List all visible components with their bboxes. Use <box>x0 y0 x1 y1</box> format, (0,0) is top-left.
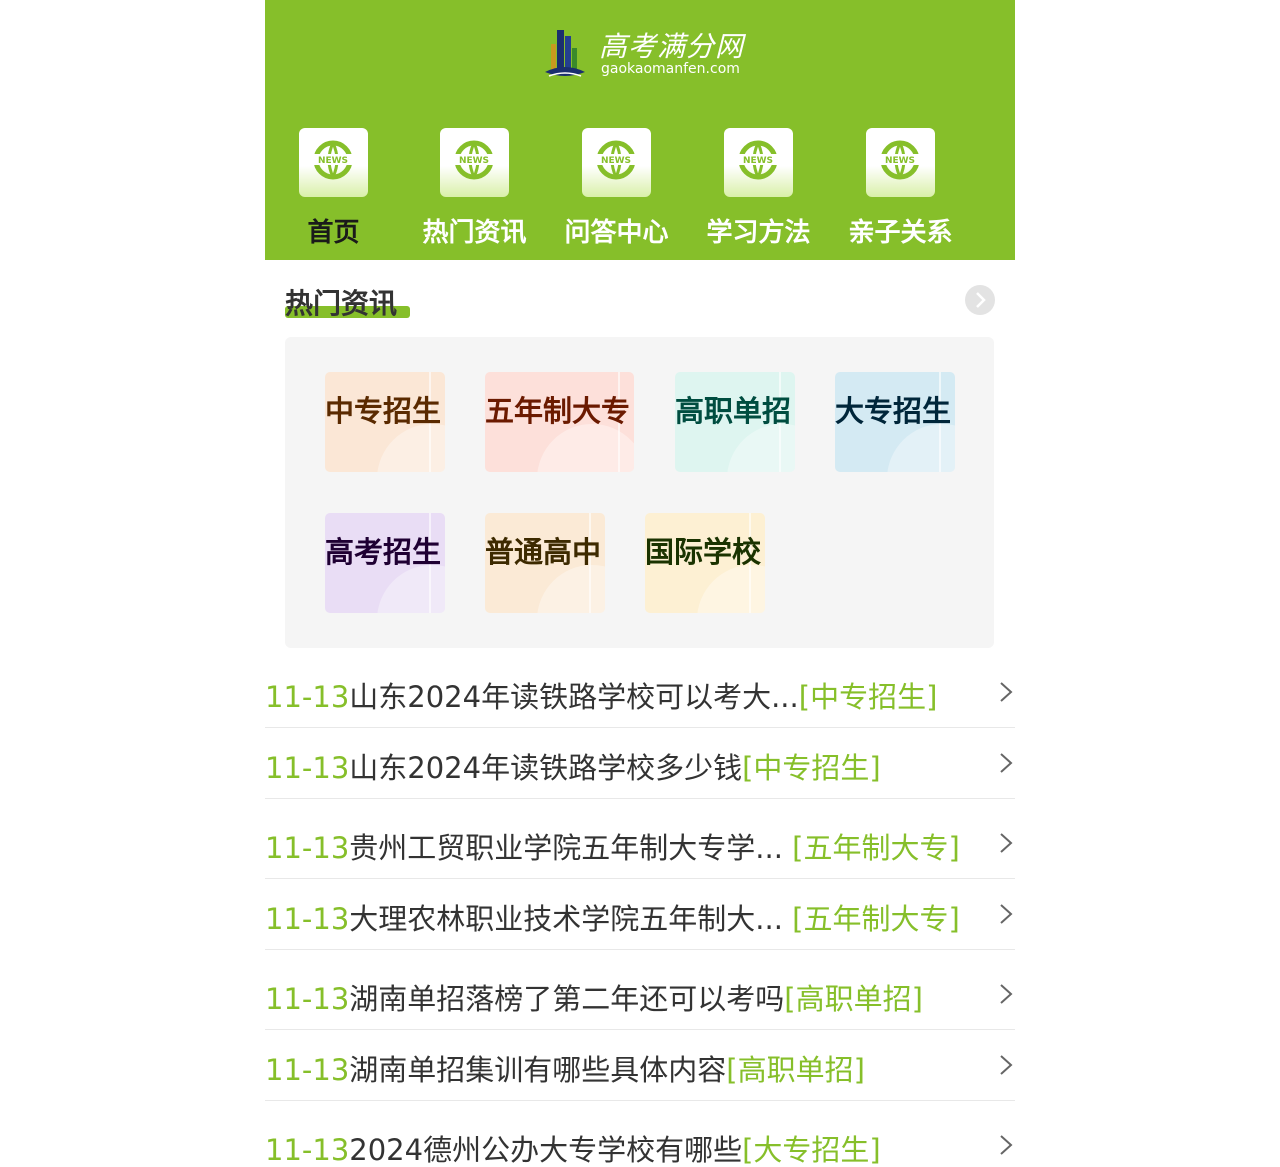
news-title[interactable]: 湖南单招集训有哪些具体内容 <box>349 1053 726 1087</box>
svg-text:NEWS: NEWS <box>459 156 489 166</box>
logo-domain: gaokaomanfen.com <box>601 61 740 77</box>
site-logo[interactable]: 高考满分网 gaokaomanfen.com <box>543 22 753 86</box>
svg-text:NEWS: NEWS <box>318 156 348 166</box>
logo-building-icon <box>545 30 585 77</box>
news-title[interactable]: 山东2024年读铁路学校多少钱 <box>349 751 742 785</box>
news-tag[interactable]: [大专招生] <box>742 1133 881 1167</box>
news-row[interactable]: 11-132024德州公办大专学校有哪些[大专招生] <box>265 1110 1015 1167</box>
news-row[interactable]: 11-13大理农林职业技术学院五年制大... [五年制大专] <box>265 879 1015 950</box>
category-label: 普通高中 <box>485 535 602 569</box>
news-date: 11-13 <box>265 751 350 785</box>
news-row[interactable]: 11-13山东2024年读铁路学校多少钱[中专招生] <box>265 728 1015 799</box>
svg-text:NEWS: NEWS <box>743 156 773 166</box>
news-title[interactable]: 山东2024年读铁路学校可以考大... <box>349 680 798 714</box>
chevron-right-icon <box>1000 984 1013 1004</box>
category-decoration <box>377 424 445 472</box>
category-putong[interactable]: 普通高中 <box>485 513 605 613</box>
news-globe-icon: NEWS <box>440 128 509 197</box>
news-tag[interactable]: [高职单招] <box>784 982 923 1016</box>
nav-label-hot-news: 热门资讯 <box>422 218 527 248</box>
main-nav: NEWS 首页 NEWS 热门资讯 NEWS 问答中心 NEWS 学习方法 NE… <box>265 128 1015 248</box>
news-date: 11-13 <box>265 902 350 936</box>
category-wunianzhi[interactable]: 五年制大专 <box>485 372 634 472</box>
chevron-right-icon <box>1000 1055 1013 1075</box>
news-globe-icon: NEWS <box>582 128 651 197</box>
page: 高考满分网 gaokaomanfen.com NEWS 首页 NEWS 热门资讯… <box>265 0 1015 1167</box>
category-label: 中专招生 <box>325 394 442 428</box>
category-label: 大专招生 <box>835 394 952 428</box>
news-tag[interactable]: [五年制大专] <box>792 902 960 936</box>
more-button[interactable] <box>965 285 995 315</box>
svg-text:NEWS: NEWS <box>601 156 631 166</box>
category-gaozhi[interactable]: 高职单招 <box>675 372 795 472</box>
logo-title: 高考满分网 <box>599 30 745 63</box>
category-label: 国际学校 <box>645 535 762 569</box>
news-date: 11-13 <box>265 1133 350 1167</box>
news-date: 11-13 <box>265 680 350 714</box>
news-title[interactable]: 大理农林职业技术学院五年制大... <box>349 902 792 936</box>
category-decoration <box>887 424 955 472</box>
news-date: 11-13 <box>265 1053 350 1087</box>
news-tag[interactable]: [中专招生] <box>799 680 938 714</box>
news-date: 11-13 <box>265 831 350 865</box>
news-globe-icon: NEWS <box>299 128 368 197</box>
category-grid: 中专招生 五年制大专 高职单招 大专招生 高考招生 普通高中 国际学校 <box>285 337 994 648</box>
category-decoration <box>537 565 605 613</box>
news-row[interactable]: 11-13贵州工贸职业学院五年制大专学... [五年制大专] <box>265 808 1015 879</box>
news-row[interactable]: 11-13湖南单招集训有哪些具体内容[高职单招] <box>265 1030 1015 1101</box>
category-label: 高考招生 <box>325 535 442 569</box>
chevron-right-icon <box>1000 753 1013 773</box>
category-zhongzhuan[interactable]: 中专招生 <box>325 372 445 472</box>
category-guoji[interactable]: 国际学校 <box>645 513 765 613</box>
news-title[interactable]: 2024德州公办大专学校有哪些 <box>349 1133 742 1167</box>
news-globe-icon: NEWS <box>866 128 935 197</box>
category-decoration <box>727 424 795 472</box>
nav-item-study[interactable]: NEWS 学习方法 <box>690 128 832 248</box>
nav-item-hot-news[interactable]: NEWS 热门资讯 <box>406 128 548 248</box>
nav-label-family: 亲子关系 <box>848 218 953 248</box>
nav-item-home[interactable]: NEWS 首页 <box>265 128 407 248</box>
category-label: 高职单招 <box>675 394 792 428</box>
category-label: 五年制大专 <box>485 394 631 428</box>
news-tag[interactable]: [高职单招] <box>726 1053 865 1087</box>
chevron-right-icon <box>976 292 986 308</box>
news-title[interactable]: 贵州工贸职业学院五年制大专学... <box>349 831 792 865</box>
nav-label-study: 学习方法 <box>706 218 811 248</box>
site-header: 高考满分网 gaokaomanfen.com NEWS 首页 NEWS 热门资讯… <box>265 0 1015 260</box>
chevron-right-icon <box>1000 682 1013 702</box>
news-row[interactable]: 11-13山东2024年读铁路学校可以考大...[中专招生] <box>265 657 1015 728</box>
category-decoration <box>377 565 445 613</box>
svg-text:NEWS: NEWS <box>885 156 915 166</box>
category-gaokao[interactable]: 高考招生 <box>325 513 445 613</box>
news-tag[interactable]: [五年制大专] <box>792 831 960 865</box>
news-title[interactable]: 湖南单招落榜了第二年还可以考吗 <box>349 982 784 1016</box>
category-decoration <box>697 565 765 613</box>
news-globe-icon: NEWS <box>724 128 793 197</box>
chevron-right-icon <box>1000 904 1013 924</box>
category-dazhuan[interactable]: 大专招生 <box>835 372 955 472</box>
nav-item-qa[interactable]: NEWS 问答中心 <box>548 128 690 248</box>
nav-item-family[interactable]: NEWS 亲子关系 <box>832 128 974 248</box>
chevron-right-icon <box>1000 833 1013 853</box>
news-date: 11-13 <box>265 982 350 1016</box>
nav-label-qa: 问答中心 <box>564 218 669 248</box>
news-tag[interactable]: [中专招生] <box>742 751 881 785</box>
news-row[interactable]: 11-13湖南单招落榜了第二年还可以考吗[高职单招] <box>265 959 1015 1030</box>
chevron-right-icon <box>1000 1135 1013 1155</box>
section-title: 热门资讯 <box>285 287 398 320</box>
nav-label-home: 首页 <box>307 218 360 248</box>
